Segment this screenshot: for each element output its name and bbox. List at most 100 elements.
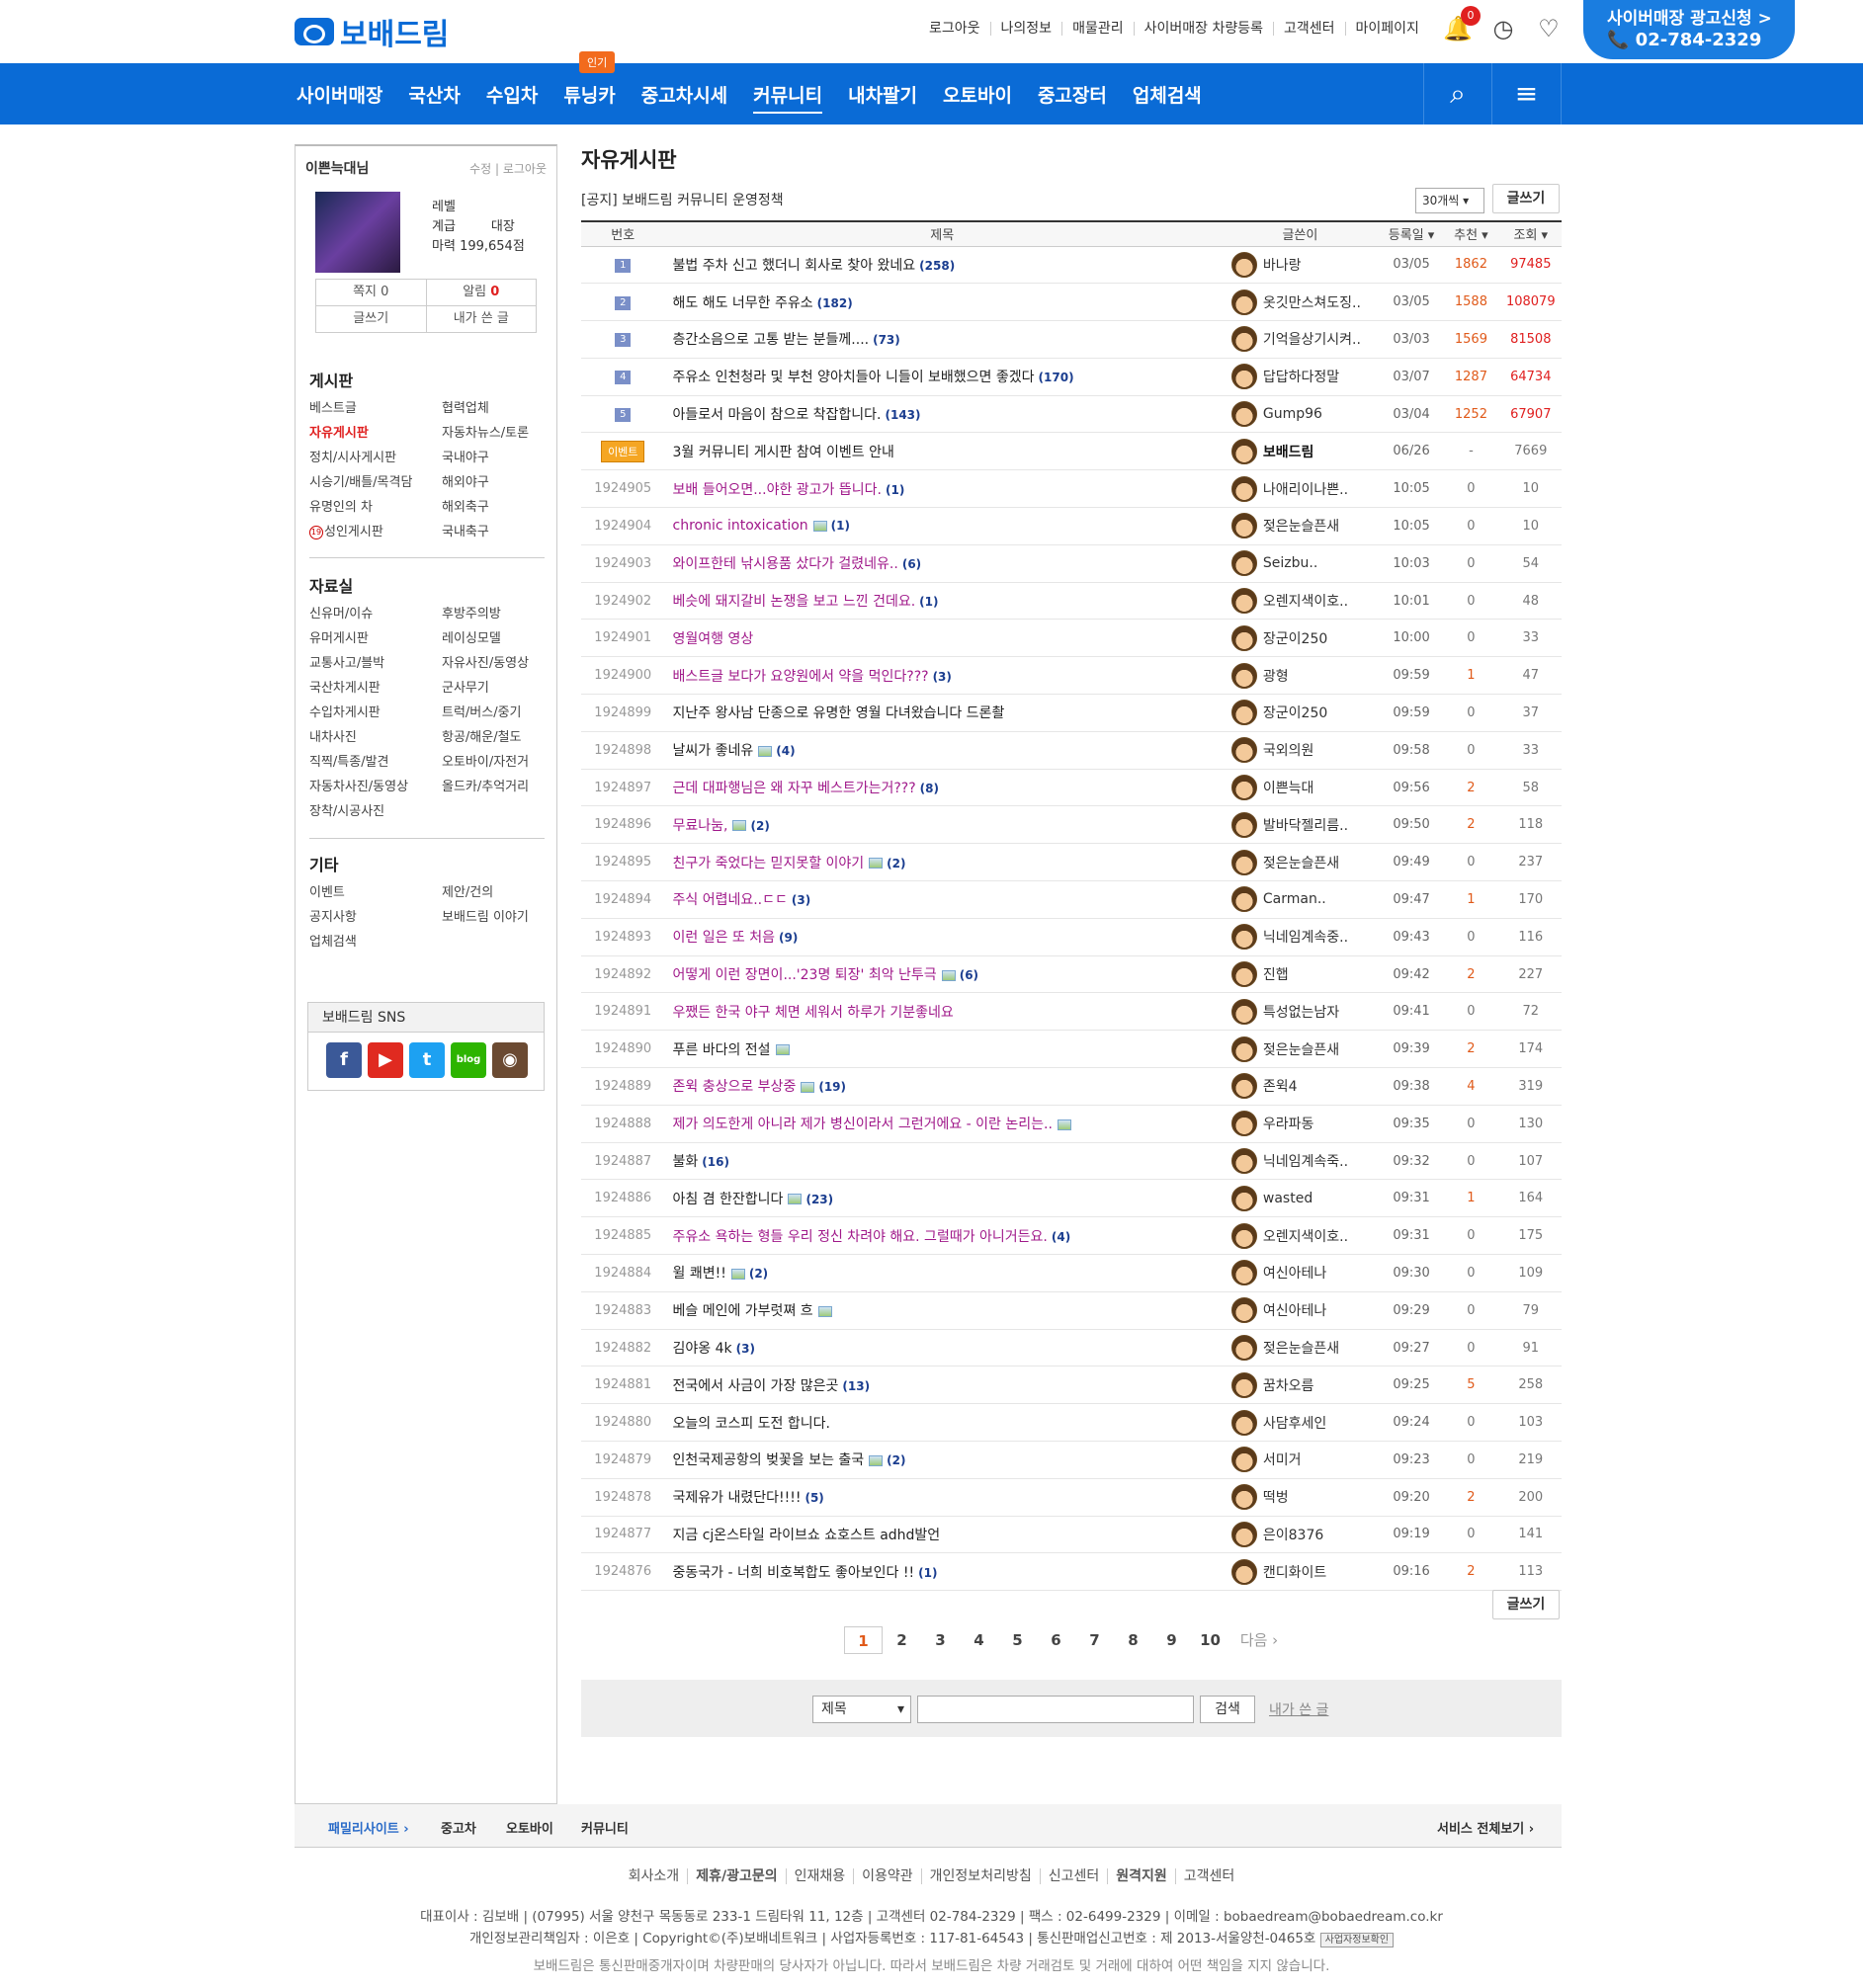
data-menu-item-12[interactable]: 직찍/특종/발견 [309, 753, 442, 772]
author-name[interactable]: 특성없는남자 [1263, 1005, 1339, 1021]
etc-menu-item-4[interactable]: 업체검색 [309, 933, 442, 952]
post-title[interactable]: 푸른 바다의 전설 [673, 1042, 771, 1058]
per-page-select[interactable]: 30개씩 ▾ [1415, 188, 1484, 213]
profile-edit-logout[interactable]: 수정 | 로그아웃 [469, 160, 547, 177]
table-row[interactable]: 1924879 인천국제공항의 벚꽃을 보는 출국 (2) 서미거 09:23 0 219 [581, 1441, 1562, 1479]
post-title-cell[interactable]: 영월여행 영상 [664, 619, 1220, 658]
data-menu-item-8[interactable]: 수입차게시판 [309, 704, 442, 722]
comment-count[interactable]: (182) [817, 296, 853, 310]
post-title-cell[interactable]: 제가 의도한게 아니라 제가 병신이라서 그런거에요 - 이란 논리는.. [664, 1105, 1220, 1143]
author-name[interactable]: 오렌지색이호.. [1263, 1229, 1348, 1245]
post-title-cell[interactable]: 보배 들어오면...야한 광고가 뜹니다. (1) [664, 469, 1220, 509]
post-title[interactable]: 주식 어렵네요..ㄷㄷ [673, 892, 788, 908]
table-row[interactable]: 1924886 아침 겸 한잔합니다 (23) wasted 09:31 1 164 [581, 1179, 1562, 1218]
post-author[interactable]: Carman.. [1219, 880, 1381, 919]
comment-count[interactable]: (6) [902, 557, 921, 571]
data-menu-item-11[interactable]: 항공/해운/철도 [442, 728, 547, 747]
footer-link-1[interactable]: 제휴/광고문의 [687, 1868, 786, 1884]
data-menu-item-6[interactable]: 국산차게시판 [309, 679, 442, 698]
post-author[interactable]: 젖은눈슬픈새 [1219, 843, 1381, 882]
comment-count[interactable]: (73) [873, 333, 900, 347]
post-title[interactable]: 친구가 죽었다는 믿지못할 이야기 [673, 856, 865, 871]
post-author[interactable]: 진햅 [1219, 955, 1381, 994]
table-row[interactable]: 1924899 지난주 왕사남 단종으로 유명한 영월 다녀왔습니다 드론촬 장군이… [581, 694, 1562, 732]
post-author[interactable]: 닉네임계속죽.. [1219, 1142, 1381, 1181]
search-input[interactable] [917, 1696, 1194, 1723]
post-title[interactable]: 국제유가 내렸단다!!!! [673, 1490, 802, 1506]
data-menu-item-1[interactable]: 후방주의방 [442, 605, 547, 623]
author-name[interactable]: 장군이250 [1263, 705, 1327, 721]
family-motorcycle[interactable]: 오토바이 [506, 1818, 553, 1837]
post-title[interactable]: 김야옹 4k [673, 1341, 732, 1357]
comment-count[interactable]: (9) [779, 931, 798, 945]
post-title-cell[interactable]: 무료나눔, (2) [664, 805, 1220, 845]
post-title-cell[interactable]: 존윅 충상으로 부상중 (19) [664, 1067, 1220, 1106]
post-title-cell[interactable]: 아들로서 마음이 참으로 착잡합니다. (143) [664, 395, 1220, 434]
post-title-cell[interactable]: 오늘의 코스피 도전 합니다. [664, 1403, 1220, 1442]
next-page-link[interactable]: 다음 › [1229, 1626, 1289, 1654]
post-title-cell[interactable]: 김야옹 4k (3) [664, 1329, 1220, 1367]
post-title[interactable]: 존윅 충상으로 부상중 [673, 1079, 797, 1095]
post-author[interactable]: 여신아테나 [1219, 1291, 1381, 1330]
author-name[interactable]: 닉네임계속중.. [1263, 930, 1348, 946]
author-name[interactable]: 은이8376 [1263, 1528, 1323, 1543]
footer-link-5[interactable]: 신고센터 [1039, 1868, 1108, 1884]
comment-count[interactable]: (2) [749, 1267, 768, 1281]
search-type-select[interactable]: 제목 ▾ [812, 1696, 911, 1723]
post-title[interactable]: 층간소음으로 고통 받는 분들께.... [673, 332, 870, 348]
author-name[interactable]: 바나랑 [1263, 258, 1302, 274]
post-title[interactable]: 불화 [673, 1154, 699, 1170]
alarm-button[interactable]: 알림 0 [427, 280, 537, 305]
post-title-cell[interactable]: 인천국제공항의 벚꽃을 보는 출국 (2) [664, 1441, 1220, 1479]
post-author[interactable]: 젖은눈슬픈새 [1219, 1030, 1381, 1069]
post-title-cell[interactable]: 국제유가 내렸단다!!!! (5) [664, 1478, 1220, 1517]
post-title-cell[interactable]: 지금 cj온스타일 라이브쇼 쇼호스트 adhd발언 [664, 1516, 1220, 1554]
table-row[interactable]: 1924887 불화 (16) 닉네임계속죽.. 09:32 0 107 [581, 1142, 1562, 1181]
author-name[interactable]: 우라파동 [1263, 1117, 1314, 1132]
comment-count[interactable]: (170) [1039, 371, 1074, 384]
comment-count[interactable]: (3) [736, 1342, 755, 1356]
post-author[interactable]: 오렌지색이호.. [1219, 1216, 1381, 1256]
nav-item-8[interactable]: 중고장터 [1038, 81, 1107, 108]
author-name[interactable]: 닉네임계속죽.. [1263, 1154, 1348, 1170]
post-author[interactable]: 광형 [1219, 656, 1381, 696]
post-title-cell[interactable]: 중동국가 - 너희 비호복합도 좋아보인다 !! (1) [664, 1552, 1220, 1592]
post-author[interactable]: 국외의원 [1219, 731, 1381, 770]
family-community[interactable]: 커뮤니티 [581, 1818, 629, 1837]
comment-count[interactable]: (6) [960, 968, 978, 982]
table-row[interactable]: 1924891 우쨌든 한국 야구 체면 세워서 하루가 기분좋네요 특성없는남자 0… [581, 992, 1562, 1032]
post-author[interactable]: 사담후세인 [1219, 1403, 1381, 1442]
author-name[interactable]: 오렌지색이호.. [1263, 594, 1348, 610]
data-menu-item-2[interactable]: 유머게시판 [309, 629, 442, 648]
post-title-cell[interactable]: 아침 겸 한잔합니다 (23) [664, 1179, 1220, 1218]
author-name[interactable]: 나애리이나쁜.. [1263, 482, 1348, 498]
table-row[interactable]: 1924880 오늘의 코스피 도전 합니다. 사담후세인 09:24 0 103 [581, 1403, 1562, 1442]
page-1[interactable]: 1 [844, 1626, 883, 1654]
twitter-icon[interactable]: t [409, 1042, 445, 1078]
data-menu-item-7[interactable]: 군사무기 [442, 679, 547, 698]
my-posts-search-link[interactable]: 내가 쓴 글 [1269, 1699, 1328, 1719]
post-title[interactable]: 주유소 인천청라 및 부천 양아치들아 니들이 보배했으면 좋겠다 [673, 370, 1035, 385]
post-author[interactable]: 떡벙 [1219, 1478, 1381, 1517]
post-title-cell[interactable]: 베슬 메인에 가부럿쪄 흐 [664, 1291, 1220, 1330]
post-title[interactable]: 와이프한테 낚시용품 샀다가 걸렸네유.. [673, 556, 898, 572]
post-title-cell[interactable]: 불법 주차 신고 했더니 회사로 찾아 왔네요 (258) [664, 246, 1220, 285]
top-link-3[interactable]: 사이버매장 차량등록 [1133, 22, 1273, 36]
post-title[interactable]: 윌 쾌변!! [673, 1266, 726, 1282]
post-author[interactable]: 장군이250 [1219, 694, 1381, 732]
post-title-cell[interactable]: 주유소 인천청라 및 부천 양아치들아 니들이 보배했으면 좋겠다 (170) [664, 358, 1220, 396]
data-menu-item-14[interactable]: 자동차사진/동영상 [309, 778, 442, 796]
page-3[interactable]: 3 [921, 1626, 960, 1654]
post-title-cell[interactable]: 어떻게 이런 장면이...'23명 퇴장' 최악 난투극 (6) [664, 955, 1220, 994]
author-name[interactable]: 젖은눈슬픈새 [1263, 856, 1339, 871]
page-2[interactable]: 2 [883, 1626, 921, 1654]
comment-count[interactable]: (4) [1052, 1230, 1070, 1244]
table-row[interactable]: 1924885 주유소 욕하는 형들 우리 정신 차려야 해요. 그럴때가 아니거… [581, 1216, 1562, 1256]
nav-item-3[interactable]: 튜닝카 [563, 81, 615, 108]
post-title-cell[interactable]: 불화 (16) [664, 1142, 1220, 1181]
post-title[interactable]: 주유소 욕하는 형들 우리 정신 차려야 해요. 그럴때가 아니거든요. [673, 1229, 1048, 1245]
post-title[interactable]: 전국에서 사금이 가장 많은곳 [673, 1378, 839, 1394]
table-row[interactable]: 1924881 전국에서 사금이 가장 많은곳 (13) 꿈차오름 09:25 5 258 [581, 1366, 1562, 1405]
author-name[interactable]: 보배드림 [1263, 445, 1314, 460]
board-menu-item-6[interactable]: 시승기/배틀/목격담 [309, 473, 442, 492]
